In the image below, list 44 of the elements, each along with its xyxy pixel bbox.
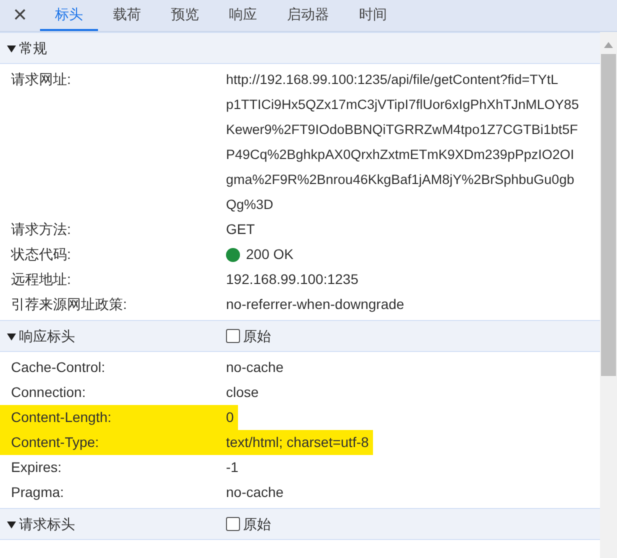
header-value: close xyxy=(226,383,259,402)
section-header[interactable]: 常规 xyxy=(0,32,600,64)
tab[interactable]: 预览 xyxy=(156,0,214,31)
tab[interactable]: 响应 xyxy=(214,0,272,31)
header-name: Pragma: xyxy=(11,483,64,502)
status-value: 200 OK xyxy=(246,245,294,264)
scrollbar[interactable] xyxy=(600,32,617,558)
header-value: 0 xyxy=(226,405,238,430)
header-value: text/html; charset=utf-8 xyxy=(226,430,373,455)
header-value: GET xyxy=(226,220,255,239)
header-name: 状态代码: xyxy=(11,245,71,264)
header-value: no-cache xyxy=(226,483,284,502)
section-header[interactable]: 请求标头 原始 xyxy=(0,508,600,540)
header-name: 请求网址: xyxy=(11,70,71,89)
section-header[interactable]: 响应标头 原始 xyxy=(0,320,600,352)
url-value: http://192.168.99.100:1235/api/file/getContent?fid=TYtL p1TTICi9Hx5QZx17mC3jVTipI7flUor6xIgPhXhTJnMLOY85 Kewer9%2FT9IOdoBBNQiTGRRZwM4tpo1Z7CGTBi1bt5F P49Cq%2BghkpAX0QrxhZxtmETmK9XDm239pPpzIO2OI gma%2F9R%2Bnrou46KkgBaf1jAM8jY%2BrSphbuGu0gb Qg%3D xyxy=(226,71,579,214)
section-title: 响应标头 xyxy=(19,326,75,346)
header-value: no-referrer-when-downgrade xyxy=(226,295,404,314)
scroll-up-icon[interactable] xyxy=(604,42,613,48)
expand-arrow-icon xyxy=(7,520,16,528)
header-name: Cache-Control: xyxy=(11,358,106,377)
header-name: 请求方法: xyxy=(11,220,71,239)
section-title: 请求标头 xyxy=(19,514,75,534)
raw-label: 原始 xyxy=(243,326,271,346)
tab[interactable]: 载荷 xyxy=(98,0,156,31)
close-button[interactable]: ✕ xyxy=(0,0,40,31)
section-title: 常规 xyxy=(19,38,47,58)
header-value: 192.168.99.100:1235 xyxy=(226,270,358,289)
header-name: Connection: xyxy=(11,383,86,402)
header-name: 引荐来源网址政策: xyxy=(11,295,127,314)
header-name: Content-Length: xyxy=(11,408,112,427)
scroll-thumb[interactable] xyxy=(601,54,616,376)
header-name: 远程地址: xyxy=(11,270,71,289)
header-value: no-cache xyxy=(226,358,284,377)
tab[interactable]: 启动器 xyxy=(272,0,344,31)
raw-checkbox[interactable] xyxy=(226,517,240,531)
header-name: Content-Type: xyxy=(11,433,99,452)
header-value: -1 xyxy=(226,458,238,477)
expand-arrow-icon xyxy=(7,332,16,340)
tab[interactable]: 时间 xyxy=(344,0,402,31)
raw-label: 原始 xyxy=(243,514,271,534)
raw-checkbox[interactable] xyxy=(226,329,240,343)
header-name: Expires: xyxy=(11,458,62,477)
expand-arrow-icon xyxy=(7,44,16,52)
